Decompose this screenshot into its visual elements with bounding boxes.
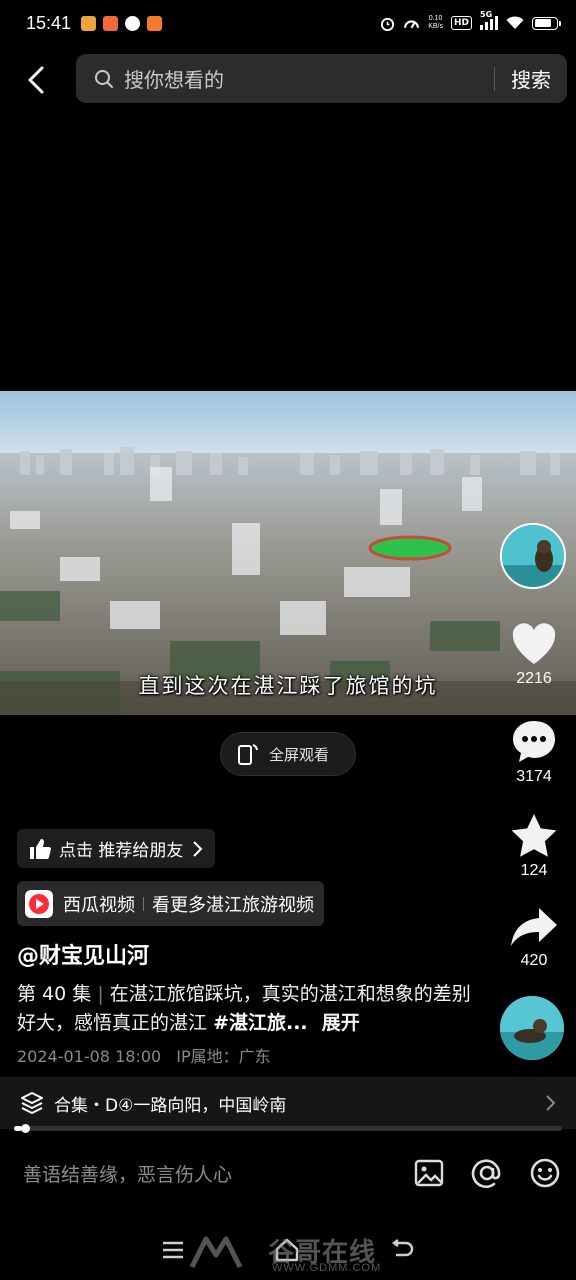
expand-button[interactable]: 展开 xyxy=(322,1012,360,1034)
comment-icon xyxy=(513,721,555,762)
fullscreen-label: 全屏观看 xyxy=(269,745,330,764)
video-progress-bar[interactable] xyxy=(14,1124,562,1133)
wifi-icon xyxy=(506,16,524,29)
emoji-icon[interactable] xyxy=(528,1156,562,1190)
search-button[interactable]: 搜索 xyxy=(511,64,551,93)
watermark-logo-icon xyxy=(190,1236,243,1268)
hashtag[interactable]: #湛江旅... xyxy=(213,1012,308,1034)
notification-icon xyxy=(125,15,141,31)
like-button[interactable]: 2216 xyxy=(496,622,572,688)
return-icon[interactable] xyxy=(390,1239,414,1261)
fullscreen-icon xyxy=(238,744,258,765)
favorite-count: 124 xyxy=(520,862,548,879)
xigua-link[interactable]: 西瓜视频 看更多湛江旅游视频 xyxy=(17,881,324,926)
divider: | xyxy=(97,983,110,1005)
xigua-logo-icon xyxy=(25,889,53,918)
status-bar: 15:41 0.10 KB/s HD 5G xyxy=(0,0,576,46)
speed-icon xyxy=(404,19,420,28)
progress-thumb[interactable] xyxy=(21,1124,31,1133)
author-name[interactable]: @财宝见山河 xyxy=(17,938,149,970)
search-divider xyxy=(494,66,495,91)
chevron-right-icon xyxy=(193,840,203,857)
xigua-link-text: 看更多湛江旅游视频 xyxy=(152,894,314,916)
battery-icon xyxy=(532,16,561,30)
notification-icon xyxy=(147,15,163,31)
collection-bar[interactable]: 合集・D④一路向阳，中国岭南 xyxy=(0,1077,576,1129)
comment-button[interactable]: 3174 xyxy=(496,718,572,786)
comment-bar[interactable]: 善语结善缘，恶言伤人心 xyxy=(0,1140,576,1206)
favorite-icon xyxy=(511,814,557,857)
video-player[interactable] xyxy=(0,391,576,715)
status-icons: 0.10 KB/s HD 5G xyxy=(380,10,561,32)
post-meta: 2024-01-08 18:00 IP属地：广东 xyxy=(17,1043,271,1067)
notification-icon xyxy=(81,15,97,31)
search-icon xyxy=(94,67,118,91)
xigua-app-name: 西瓜视频 xyxy=(63,894,135,916)
music-disc[interactable] xyxy=(500,996,564,1060)
fullscreen-button[interactable]: 全屏观看 xyxy=(220,732,356,776)
back-button[interactable] xyxy=(14,58,58,102)
recommend-to-friend-button[interactable]: 点击 推荐给朋友 xyxy=(17,829,216,868)
hd-badge: HD xyxy=(450,16,472,30)
episode-label: 第 40 集 xyxy=(17,983,92,1005)
ip-location: IP属地：广东 xyxy=(176,1047,271,1066)
signal-icon: 5G xyxy=(480,10,498,30)
comment-input[interactable]: 善语结善缘，恶言伤人心 xyxy=(23,1160,388,1187)
notification-icon xyxy=(103,15,119,31)
search-input[interactable]: 搜你想看的 搜索 xyxy=(76,54,567,103)
menu-icon[interactable] xyxy=(162,1241,184,1259)
net-speed: 0.10 KB/s xyxy=(428,15,443,30)
comment-count: 3174 xyxy=(516,768,552,785)
author-avatar[interactable] xyxy=(500,523,566,589)
share-count: 420 xyxy=(520,952,548,969)
at-icon[interactable] xyxy=(470,1156,504,1190)
thumb-up-icon xyxy=(30,838,51,859)
back-icon xyxy=(28,66,44,94)
chevron-right-icon xyxy=(546,1095,556,1111)
status-time: 15:41 xyxy=(26,12,72,33)
watermark: 谷哥在线 WWW.GDMM.COM xyxy=(190,1232,380,1274)
alarm-icon xyxy=(381,17,395,31)
share-button[interactable]: 420 xyxy=(496,906,572,970)
recommend-label: 点击 推荐给朋友 xyxy=(59,841,184,861)
post-date: 2024-01-08 18:00 xyxy=(17,1047,162,1066)
like-icon xyxy=(512,623,556,664)
image-icon[interactable] xyxy=(412,1156,446,1190)
post-description[interactable]: 第 40 集 | 在湛江旅馆踩坑，真实的湛江和想象的差别好大，感悟真正的湛江 #… xyxy=(17,980,487,1038)
watermark-url: WWW.GDMM.COM xyxy=(272,1262,382,1274)
collection-label: 合集・D④一路向阳，中国岭南 xyxy=(54,1095,287,1116)
collection-icon xyxy=(20,1091,44,1115)
divider xyxy=(143,896,144,911)
video-subtitle: 直到这次在湛江踩了旅馆的坑 xyxy=(138,674,438,698)
video-frame xyxy=(0,391,576,715)
favorite-button[interactable]: 124 xyxy=(496,812,572,880)
share-icon xyxy=(511,908,557,946)
like-count: 2216 xyxy=(516,670,552,687)
search-placeholder: 搜你想看的 xyxy=(124,68,224,92)
